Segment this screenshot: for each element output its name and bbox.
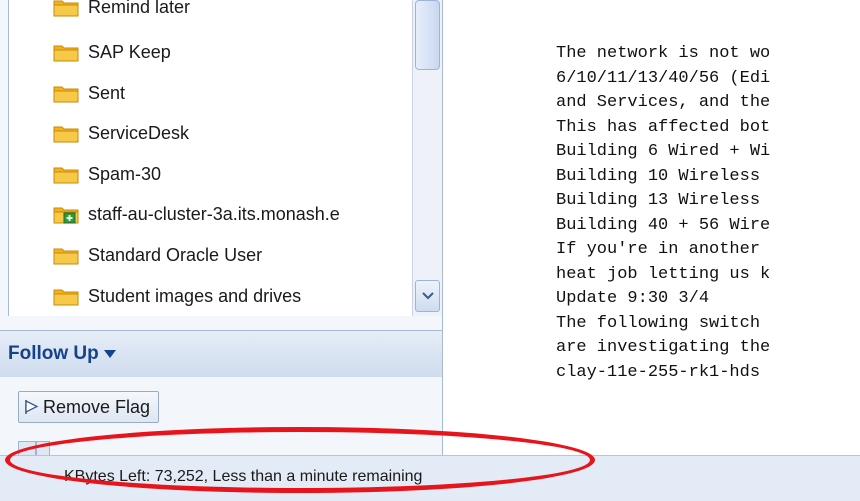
message-body: The network is not wo 6/10/11/13/40/56 (…: [556, 42, 860, 455]
chevron-down-icon: [421, 292, 434, 300]
folder-pane: Remind later SAP Keep Sent ServiceDesk S…: [0, 0, 443, 455]
folder-item-remind-later[interactable]: Remind later: [53, 0, 190, 22]
folder-label: Standard Oracle User: [88, 244, 263, 265]
message-line: clay-11e-255-rk1-hds: [556, 362, 761, 382]
folder-item-sent[interactable]: Sent: [53, 78, 125, 108]
follow-up-title: Follow Up: [8, 343, 99, 364]
folder-label: ServiceDesk: [88, 122, 190, 143]
folder-icon: [53, 289, 79, 305]
folder-label: staff-au-cluster-3a.its.monash.e: [88, 203, 340, 224]
message-line: heat job letting us k: [556, 264, 771, 284]
message-line: are investigating the: [556, 338, 771, 357]
scroll-left-button[interactable]: [18, 441, 36, 455]
message-line: and Services, and the: [556, 93, 771, 112]
folder-item-staff-au-cluster[interactable]: staff-au-cluster-3a.its.monash.e: [53, 199, 340, 229]
folder-icon: [53, 86, 79, 102]
folder-icon: [53, 248, 79, 264]
folder-item-servicedesk[interactable]: ServiceDesk: [53, 118, 189, 148]
folder-icon: [53, 0, 79, 16]
folder-label: Spam-30: [88, 163, 162, 184]
message-line: This has affected bot: [556, 117, 771, 137]
folder-list-scrollbar[interactable]: [412, 0, 442, 316]
horizontal-scrollbar-thumb[interactable]: [36, 441, 50, 455]
folder-item-sap-keep[interactable]: SAP Keep: [53, 37, 171, 67]
message-line: The following switch: [556, 313, 761, 333]
folder-label: Student images and drives: [88, 285, 302, 306]
message-line: Building 10 Wireless: [556, 166, 761, 186]
message-line: 6/10/11/13/40/56 (Edi: [556, 68, 771, 88]
folder-label: SAP Keep: [88, 41, 171, 62]
folder-list: Remind later SAP Keep Sent ServiceDesk S…: [8, 0, 413, 316]
scrollbar-thumb[interactable]: [415, 0, 440, 70]
follow-up-panel: Remove Flag: [0, 377, 442, 455]
message-line: Building 6 Wired + Wi: [556, 142, 771, 161]
message-line: If you're in another: [556, 240, 761, 259]
folder-icon: [53, 45, 79, 61]
public-folder-icon: [53, 207, 79, 223]
status-text: KBytes Left: 73,252, Less than a minute …: [64, 468, 423, 485]
folder-label: Sent: [88, 82, 126, 103]
scroll-down-button[interactable]: [415, 280, 440, 312]
folder-item-spam-30[interactable]: Spam-30: [53, 159, 161, 189]
remove-flag-label: Remove Flag: [43, 396, 151, 417]
flag-icon: [25, 399, 39, 414]
message-line: Building 13 Wireless: [556, 191, 761, 210]
folder-icon: [53, 167, 79, 183]
folder-item-standard-oracle-user[interactable]: Standard Oracle User: [53, 240, 262, 270]
follow-up-header[interactable]: Follow Up: [0, 330, 442, 378]
caret-down-icon[interactable]: [103, 350, 116, 358]
message-line: Building 40 + 56 Wire: [556, 215, 771, 235]
message-line: The network is not wo: [556, 44, 771, 63]
folder-icon: [53, 126, 79, 142]
folder-item-student-images[interactable]: Student images and drives: [53, 281, 301, 311]
message-line: Update 9:30 3/4: [556, 289, 710, 308]
remove-flag-button[interactable]: Remove Flag: [18, 391, 160, 423]
folder-label: Remind later: [88, 0, 191, 17]
status-bar: KBytes Left: 73,252, Less than a minute …: [0, 455, 860, 501]
